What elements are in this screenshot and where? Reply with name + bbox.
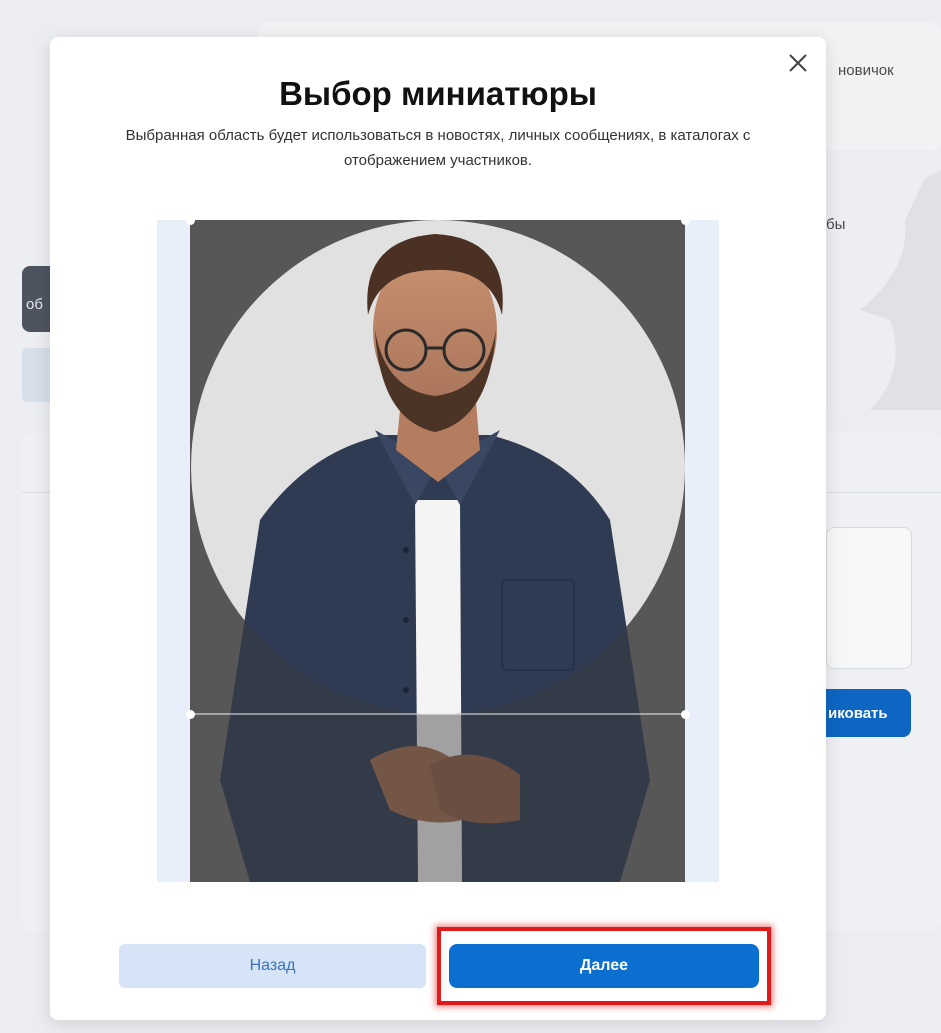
crop-editor[interactable] (157, 216, 719, 882)
crop-handle-top-left[interactable] (186, 216, 195, 225)
edit-cover-label: об (26, 296, 43, 313)
close-button[interactable] (784, 49, 812, 77)
crop-handle-bottom-left[interactable] (186, 710, 195, 719)
thumbnail-modal: Выбор миниатюры Выбранная область будет … (50, 37, 826, 1020)
close-icon (789, 54, 807, 72)
modal-description: Выбранная область будет использоваться в… (125, 127, 751, 169)
decorative-shape (860, 170, 941, 410)
user-status-label: новичок (838, 62, 894, 79)
publish-button[interactable]: иковать (818, 689, 911, 737)
post-text-input[interactable] (826, 527, 912, 669)
photo-preview (190, 220, 685, 882)
person-photo (190, 220, 685, 882)
modal-title: Выбор миниатюры (279, 75, 597, 112)
publish-label: иковать (828, 704, 888, 722)
crop-handle-top-right[interactable] (681, 216, 690, 225)
crop-handle-bottom-right[interactable] (681, 710, 690, 719)
back-button[interactable]: Назад (119, 944, 426, 988)
next-button[interactable]: Далее (449, 944, 759, 988)
side-text-fragment: бы (826, 216, 846, 233)
